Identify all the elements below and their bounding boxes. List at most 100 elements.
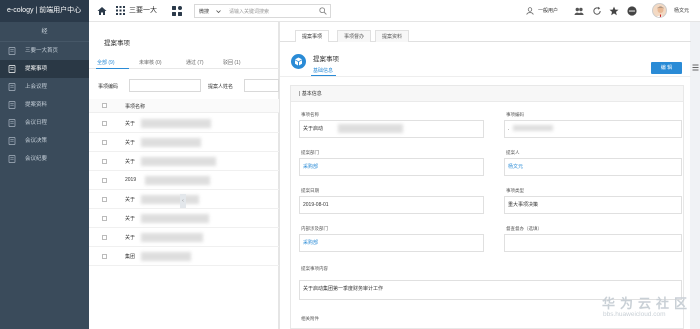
proposal-detail-panel: 提案事项 事项督办 提案资料 提案事项 基础信息 编 辑 | 基本信息 事项名称…	[279, 22, 691, 329]
row-checkbox[interactable]	[102, 140, 107, 145]
row-title[interactable]: 关于	[125, 158, 135, 165]
avatar[interactable]	[652, 3, 667, 18]
tab-supervision[interactable]: 事项督办	[337, 30, 372, 42]
search-type-select[interactable]: 微搜	[199, 8, 209, 15]
field-label: 督查督办（选填）	[506, 226, 542, 231]
star-icon[interactable]	[609, 6, 619, 16]
field-label: 事项编码	[506, 112, 524, 117]
row-checkbox[interactable]	[102, 159, 107, 164]
row-title[interactable]: 关于	[125, 120, 135, 127]
supervise-field[interactable]	[504, 234, 682, 252]
row-title[interactable]: 关于	[125, 215, 135, 222]
home-icon[interactable]	[97, 6, 107, 16]
grid-menu-icon[interactable]	[116, 6, 125, 15]
row-title[interactable]: 集团	[125, 253, 135, 260]
table-row[interactable]: 关于	[89, 209, 279, 228]
more-options-icon[interactable]	[627, 6, 637, 16]
column-header-name[interactable]: 事项名称	[125, 103, 145, 110]
code-filter-input[interactable]	[129, 79, 201, 92]
redacted-block	[513, 125, 553, 131]
tab-unreviewed[interactable]: 未审核 (0)	[139, 59, 162, 66]
page-title: 提案事项	[104, 40, 130, 47]
row-checkbox[interactable]	[102, 235, 107, 240]
table-header: 事项名称	[89, 99, 279, 113]
brand-logo[interactable]: e-cology | 前端用户中心	[0, 0, 89, 22]
code-filter-label: 事项编码	[98, 84, 119, 90]
app-name[interactable]: 三要一大	[129, 5, 157, 15]
field-label: 提案事项内容	[301, 266, 328, 271]
table-row[interactable]: 集团	[89, 247, 279, 266]
type-field[interactable]: 重大事项决策	[504, 196, 682, 214]
table-row[interactable]: 关于	[89, 228, 279, 247]
row-checkbox[interactable]	[102, 121, 107, 126]
row-title[interactable]: 关于	[125, 139, 135, 146]
watermark: 华为云社区	[602, 296, 693, 311]
sidebar: 经 三要一大首页 提案事项 上会议程 提案资料 会议日程 会议决策 会议纪要	[0, 22, 89, 329]
search-box[interactable]: 微搜 请输入关键词搜索	[194, 4, 331, 18]
proposal-list-panel: 提案事项 全部 (9) 未审核 (0) 通过 (7) 驳回 (1) 事项编码 提…	[89, 22, 279, 329]
search-icon[interactable]	[319, 7, 327, 15]
sidebar-item-minutes[interactable]: 会议纪要	[0, 150, 89, 168]
search-input[interactable]: 请输入关键词搜索	[229, 8, 269, 15]
sidebar-item-schedule[interactable]: 会议日程	[0, 114, 89, 132]
divider	[280, 76, 691, 77]
chevron-down-icon[interactable]	[216, 9, 221, 14]
table-row[interactable]: 2019	[89, 171, 279, 190]
sidebar-item-label: 会议决策	[25, 138, 48, 144]
edit-button[interactable]: 编 辑	[651, 62, 682, 74]
field-label: 提案日期	[301, 188, 319, 193]
field-label: 事项类型	[506, 188, 524, 193]
table-row[interactable]: 关于	[89, 133, 279, 152]
group-icon[interactable]	[574, 6, 584, 16]
select-all-checkbox[interactable]	[102, 103, 107, 108]
proposer-filter-label: 提案人姓名	[208, 84, 234, 90]
field-label: 内部涉及部门	[301, 226, 328, 231]
tab-materials[interactable]: 提案资料	[375, 30, 410, 42]
collapse-handle[interactable]: ‹	[180, 194, 186, 208]
active-tab-indicator	[96, 68, 129, 69]
sidebar-item-home[interactable]: 三要一大首页	[0, 42, 89, 60]
list-menu-icon[interactable]	[692, 64, 699, 71]
detail-title: 提案事项	[313, 56, 339, 63]
row-checkbox[interactable]	[102, 178, 107, 183]
sidebar-item-label: 提案事项	[25, 66, 48, 72]
dept-field[interactable]: 采购部	[299, 158, 484, 176]
table-row[interactable]: 关于	[89, 152, 279, 171]
document-icon	[8, 65, 16, 73]
user-icon[interactable]	[526, 7, 534, 15]
sidebar-item-agenda[interactable]: 上会议程	[0, 78, 89, 96]
field-label: 提案人	[506, 150, 520, 155]
sidebar-item-proposals[interactable]: 提案事项	[0, 60, 89, 78]
row-checkbox[interactable]	[102, 216, 107, 221]
tab-basic-info[interactable]: 基础信息	[313, 67, 333, 74]
proposer-filter-input[interactable]	[244, 79, 279, 92]
document-icon	[8, 155, 16, 163]
tab-proposal[interactable]: 提案事项	[295, 30, 330, 42]
row-checkbox[interactable]	[102, 254, 107, 259]
document-icon	[8, 47, 16, 55]
refresh-icon[interactable]	[592, 6, 602, 16]
sidebar-item-materials[interactable]: 提案资料	[0, 96, 89, 114]
inner-dept-field[interactable]: 采购部	[299, 234, 484, 252]
proposer-field[interactable]: 杨文元	[504, 158, 682, 176]
document-icon	[8, 101, 16, 109]
redacted-block	[338, 124, 403, 133]
row-title[interactable]: 2019	[125, 177, 136, 183]
field-label: 提案部门	[301, 150, 319, 155]
user-role-switch[interactable]: 一般用户	[538, 7, 558, 14]
tab-rejected[interactable]: 驳回 (1)	[223, 59, 241, 66]
tab-all[interactable]: 全部 (9)	[97, 59, 115, 66]
sidebar-item-decisions[interactable]: 会议决策	[0, 132, 89, 150]
tab-approved[interactable]: 通过 (7)	[186, 59, 204, 66]
date-field[interactable]: 2019-08-01	[299, 196, 484, 214]
sidebar-item-label: 三要一大首页	[25, 48, 59, 54]
detail-tabs: 提案事项 事项督办 提案资料	[280, 30, 691, 42]
row-checkbox[interactable]	[102, 197, 107, 202]
row-title[interactable]: 关于	[125, 196, 135, 203]
field-label: 事项名称	[301, 112, 319, 117]
username[interactable]: 杨文元	[674, 7, 689, 14]
apps-icon[interactable]	[172, 6, 182, 16]
row-title[interactable]: 关于	[125, 234, 135, 241]
table-row[interactable]: 关于	[89, 114, 279, 133]
section-header: | 基本信息	[291, 86, 683, 102]
